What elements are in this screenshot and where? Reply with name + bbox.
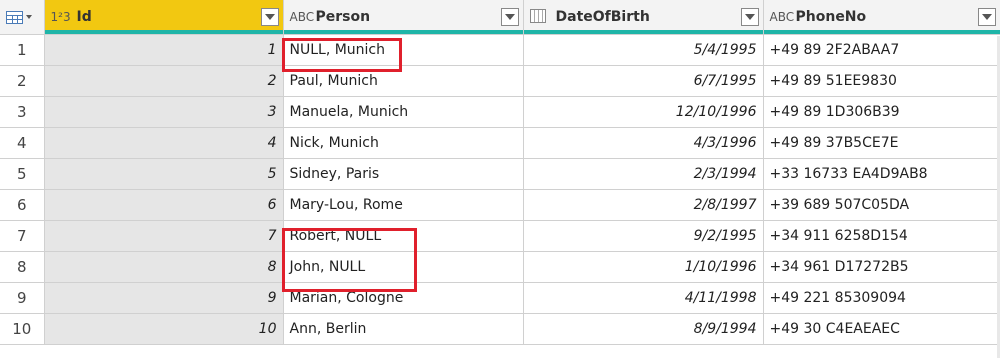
column-header-person[interactable]: ABC Person <box>283 0 524 35</box>
cell-phoneno[interactable]: +49 221 85309094 <box>763 282 1000 314</box>
chevron-down-icon <box>26 15 32 19</box>
table-row[interactable]: 9 9 Marian, Cologne 4/11/1998 +49 221 853090… <box>0 282 1000 314</box>
cell-dateofbirth[interactable]: 4/11/1998 <box>523 282 764 314</box>
cell-phoneno[interactable]: +49 89 2F2ABAA7 <box>763 34 1000 66</box>
cell-phoneno[interactable]: +34 911 6258D154 <box>763 220 1000 252</box>
cell-phoneno[interactable]: +49 89 1D306B39 <box>763 96 1000 128</box>
row-number[interactable]: 6 <box>0 189 45 221</box>
cell-person[interactable]: Paul, Munich <box>283 65 524 97</box>
chevron-down-icon <box>744 14 755 20</box>
cell-dateofbirth[interactable]: 6/7/1995 <box>523 65 764 97</box>
column-header-id[interactable]: 1²3 Id <box>44 0 284 35</box>
cell-phoneno[interactable]: +49 89 37B5CE7E <box>763 127 1000 159</box>
cell-person[interactable]: John, NULL <box>283 251 524 283</box>
cell-id[interactable]: 7 <box>44 220 284 252</box>
text-type-icon[interactable]: ABC <box>290 10 316 24</box>
cell-dateofbirth[interactable]: 4/3/1996 <box>523 127 764 159</box>
column-quality-bar <box>283 30 523 34</box>
column-label-phoneno: PhoneNo <box>795 9 867 25</box>
table-row[interactable]: 1 1 NULL, Munich 5/4/1995 +49 89 2F2ABAA7 <box>0 34 1000 66</box>
cell-id[interactable]: 6 <box>44 189 284 221</box>
cell-id[interactable]: 4 <box>44 127 284 159</box>
row-number[interactable]: 3 <box>0 96 45 128</box>
row-number[interactable]: 1 <box>0 34 45 66</box>
row-number[interactable]: 8 <box>0 251 45 283</box>
cell-person[interactable]: Robert, NULL <box>283 220 524 252</box>
row-number[interactable]: 7 <box>0 220 45 252</box>
filter-dropdown-button-dateofbirth[interactable] <box>740 8 759 26</box>
table-row[interactable]: 5 5 Sidney, Paris 2/3/1994 +33 16733 EA4D9AB… <box>0 158 1000 190</box>
data-grid: 1²3 Id ABC Person DateOfBirth ABC PhoneN… <box>0 0 1000 358</box>
cell-dateofbirth[interactable]: 12/10/1996 <box>523 96 764 128</box>
header-row: 1²3 Id ABC Person DateOfBirth ABC PhoneN… <box>0 0 1000 35</box>
cell-id[interactable]: 9 <box>44 282 284 314</box>
filter-dropdown-button-phoneno[interactable] <box>977 8 996 26</box>
cell-dateofbirth[interactable]: 2/3/1994 <box>523 158 764 190</box>
cell-phoneno[interactable]: +49 89 51EE9830 <box>763 65 1000 97</box>
cell-phoneno[interactable]: +34 961 D17272B5 <box>763 251 1000 283</box>
cell-id[interactable]: 2 <box>44 65 284 97</box>
cell-id[interactable]: 1 <box>44 34 284 66</box>
column-header-phoneno[interactable]: ABC PhoneNo <box>763 0 1000 35</box>
chevron-down-icon <box>981 14 992 20</box>
cell-id[interactable]: 5 <box>44 158 284 190</box>
cell-person[interactable]: Mary-Lou, Rome <box>283 189 524 221</box>
cell-phoneno[interactable]: +49 30 C4EAEAEC <box>763 313 1000 345</box>
text-type-icon[interactable]: ABC <box>770 10 796 24</box>
cell-id[interactable]: 10 <box>44 313 284 345</box>
table-row[interactable]: 8 8 John, NULL 1/10/1996 +34 961 D17272B5 <box>0 251 1000 283</box>
column-quality-bar <box>523 30 763 34</box>
cell-dateofbirth[interactable]: 9/2/1995 <box>523 220 764 252</box>
cell-dateofbirth[interactable]: 5/4/1995 <box>523 34 764 66</box>
cell-person[interactable]: Nick, Munich <box>283 127 524 159</box>
cell-id[interactable]: 3 <box>44 96 284 128</box>
cell-person[interactable]: Sidney, Paris <box>283 158 524 190</box>
table-row[interactable]: 2 2 Paul, Munich 6/7/1995 +49 89 51EE9830 <box>0 65 1000 97</box>
cell-phoneno[interactable]: +33 16733 EA4D9AB8 <box>763 158 1000 190</box>
cell-person[interactable]: Ann, Berlin <box>283 313 524 345</box>
table-menu-button[interactable] <box>0 0 45 35</box>
column-header-dateofbirth[interactable]: DateOfBirth <box>523 0 764 35</box>
column-label-dateofbirth: DateOfBirth <box>555 9 650 25</box>
number-type-icon[interactable]: 1²3 <box>51 10 77 24</box>
row-number[interactable]: 5 <box>0 158 45 190</box>
row-number[interactable]: 9 <box>0 282 45 314</box>
data-table: 1²3 Id ABC Person DateOfBirth ABC PhoneN… <box>0 0 1000 345</box>
table-row[interactable]: 7 7 Robert, NULL 9/2/1995 +34 911 6258D154 <box>0 220 1000 252</box>
filter-dropdown-button-person[interactable] <box>500 8 519 26</box>
cell-dateofbirth[interactable]: 2/8/1997 <box>523 189 764 221</box>
cell-phoneno[interactable]: +39 689 507C05DA <box>763 189 1000 221</box>
table-row[interactable]: 4 4 Nick, Munich 4/3/1996 +49 89 37B5CE7E <box>0 127 1000 159</box>
row-number[interactable]: 2 <box>0 65 45 97</box>
row-number[interactable]: 4 <box>0 127 45 159</box>
cell-person[interactable]: Manuela, Munich <box>283 96 524 128</box>
table-icon <box>6 10 23 24</box>
calendar-icon <box>529 8 546 23</box>
cell-dateofbirth[interactable]: 1/10/1996 <box>523 251 764 283</box>
column-label-id: Id <box>76 9 92 25</box>
table-row[interactable]: 10 10 Ann, Berlin 8/9/1994 +49 30 C4EAEAEC <box>0 313 1000 345</box>
row-number[interactable]: 10 <box>0 313 45 345</box>
column-label-person: Person <box>315 9 371 25</box>
cell-dateofbirth[interactable]: 8/9/1994 <box>523 313 764 345</box>
table-row[interactable]: 6 6 Mary-Lou, Rome 2/8/1997 +39 689 507C05DA <box>0 189 1000 221</box>
chevron-down-icon <box>264 14 275 20</box>
filter-dropdown-button-id[interactable] <box>260 8 279 26</box>
column-quality-bar <box>44 30 283 34</box>
chevron-down-icon <box>504 14 515 20</box>
date-type-icon[interactable] <box>529 8 556 26</box>
column-quality-bar <box>763 30 1000 34</box>
cell-id[interactable]: 8 <box>44 251 284 283</box>
table-row[interactable]: 3 3 Manuela, Munich 12/10/1996 +49 89 1D306B… <box>0 96 1000 128</box>
cell-person[interactable]: NULL, Munich <box>283 34 524 66</box>
cell-person[interactable]: Marian, Cologne <box>283 282 524 314</box>
